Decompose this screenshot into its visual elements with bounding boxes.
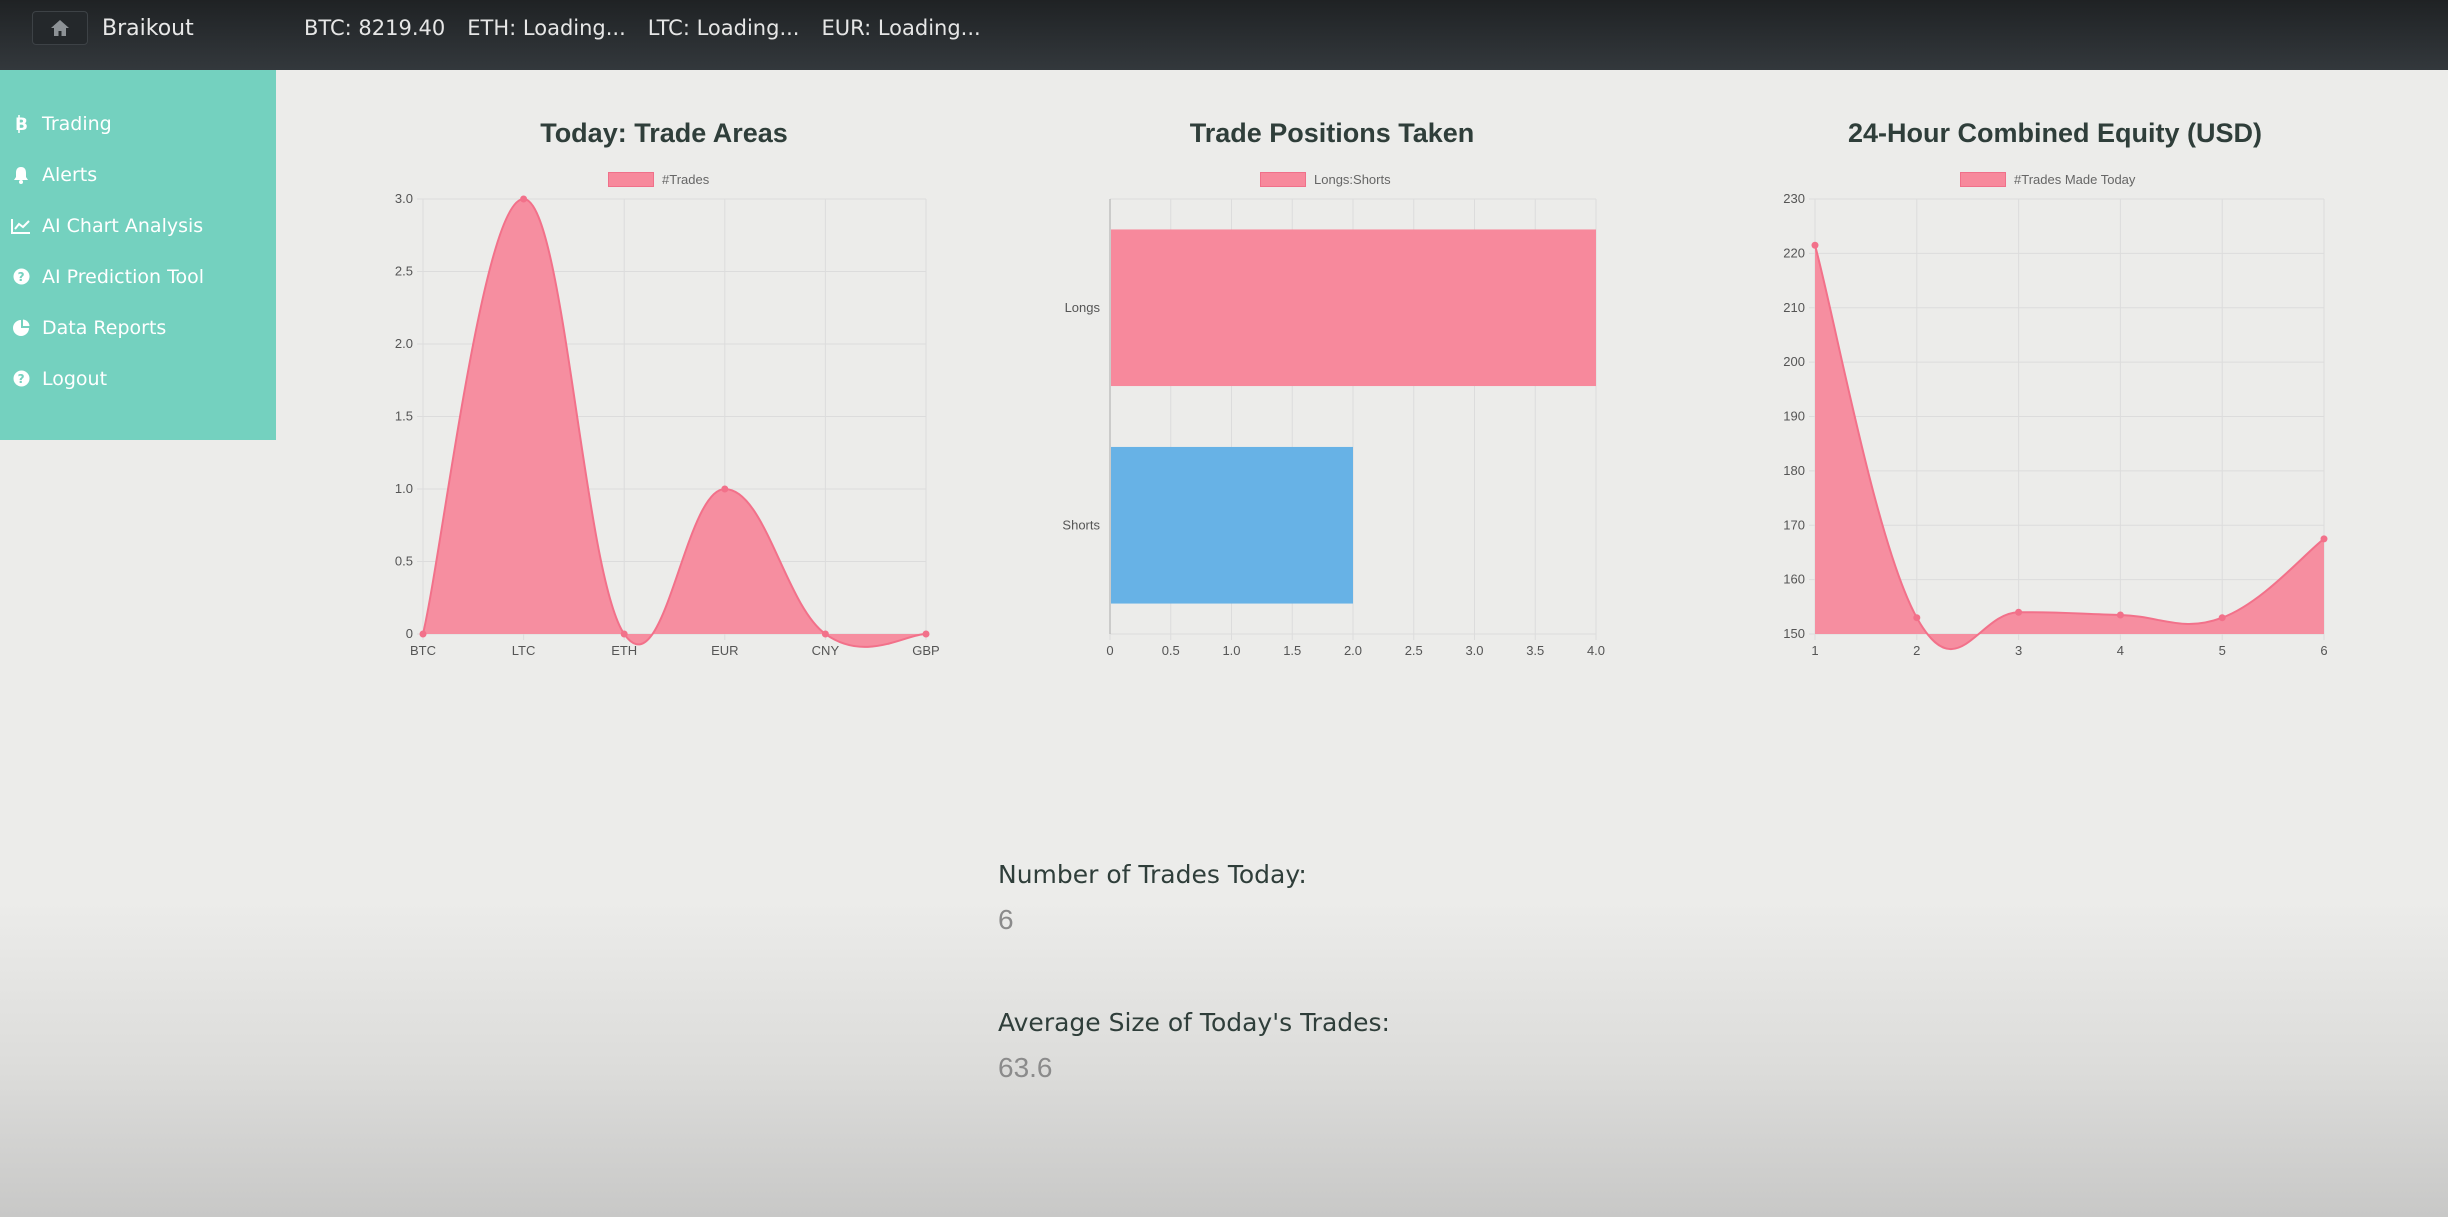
svg-text:?: ? (17, 270, 24, 284)
sidebar-item-label: AI Chart Analysis (42, 214, 204, 237)
brand-link[interactable]: Braikout (32, 11, 194, 45)
y-tick-label: 180 (1783, 463, 1805, 478)
question-circle-icon: ? (10, 370, 32, 387)
x-tick-label: 2 (1913, 643, 1920, 658)
y-tick-label: Shorts (1062, 517, 1100, 532)
x-tick-label: 3 (2015, 643, 2022, 658)
x-tick-label: 3.5 (1526, 643, 1544, 658)
x-tick-label: EUR (711, 643, 738, 658)
trades-today-label: Number of Trades Today: (998, 860, 1307, 889)
chart-title-trade-positions: Trade Positions Taken (1189, 118, 1475, 148)
ticker-eur: EUR: Loading... (821, 16, 981, 40)
chart-trade-positions: 0 0.5 1.0 1.5 2.0 2.5 3.0 3.5 4.0 Longs Shorts (1062, 198, 1605, 658)
y-tick-label: 0 (406, 626, 413, 641)
data-point (721, 485, 729, 493)
x-tick-label: GBP (912, 643, 939, 658)
x-tick-label: 0 (1106, 643, 1113, 658)
sidebar: B Trading Alerts AI Chart Analysis ? AI … (0, 70, 276, 440)
data-point (922, 630, 930, 638)
trades-today-value: 6 (998, 904, 1014, 935)
ticker-btc: BTC: 8219.40 (304, 16, 446, 40)
home-icon[interactable] (32, 11, 88, 45)
sidebar-item-label: AI Prediction Tool (42, 265, 204, 288)
sidebar-item-label: Alerts (42, 163, 98, 186)
y-tick-label: 190 (1783, 409, 1805, 424)
x-tick-label: 1 (1811, 643, 1818, 658)
data-point (821, 630, 829, 638)
series-area-equity (1815, 245, 2324, 650)
x-tick-label: ETH (611, 643, 637, 658)
data-point (2218, 614, 2226, 622)
sidebar-item-logout[interactable]: ? Logout (0, 353, 276, 404)
y-tick-label: Longs (1065, 300, 1101, 315)
sidebar-item-ai-chart-analysis[interactable]: AI Chart Analysis (0, 200, 276, 251)
bar-longs (1111, 229, 1596, 387)
sidebar-item-alerts[interactable]: Alerts (0, 149, 276, 200)
data-point (620, 630, 628, 638)
x-tick-label: 3.0 (1465, 643, 1483, 658)
line-chart-icon (10, 218, 32, 234)
data-point (520, 195, 528, 203)
avg-trade-size-value: 63.6 (998, 1052, 1053, 1083)
chart-trade-areas: 0 0.5 1.0 1.5 2.0 2.5 3.0 BTC LTC ETH EUR CNY GBP (395, 191, 940, 658)
sidebar-item-label: Logout (42, 367, 108, 390)
x-tick-label: CNY (812, 643, 840, 658)
y-tick-label: 150 (1783, 626, 1805, 641)
y-tick-label: 2.0 (395, 336, 413, 351)
x-tick-label: 2.0 (1344, 643, 1362, 658)
y-tick-label: 1.5 (395, 409, 413, 424)
sidebar-item-label: Data Reports (42, 316, 167, 339)
svg-text:?: ? (17, 372, 24, 386)
bell-icon (10, 166, 32, 184)
x-tick-label: 1.0 (1222, 643, 1240, 658)
data-point (2015, 608, 2023, 616)
price-ticker: BTC: 8219.40 ETH: Loading... LTC: Loadin… (304, 16, 981, 40)
x-tick-label: 0.5 (1162, 643, 1180, 658)
y-tick-label: 2.5 (395, 264, 413, 279)
y-tick-label: 230 (1783, 191, 1805, 206)
y-tick-label: 1.0 (395, 481, 413, 496)
y-tick-label: 220 (1783, 245, 1805, 260)
x-tick-label: 5 (2219, 643, 2226, 658)
x-tick-label: 2.5 (1405, 643, 1423, 658)
sidebar-item-trading[interactable]: B Trading (0, 98, 276, 149)
data-point (2320, 535, 2328, 543)
brand-name[interactable]: Braikout (102, 16, 194, 41)
bar-shorts (1111, 446, 1353, 604)
sidebar-item-data-reports[interactable]: Data Reports (0, 302, 276, 353)
y-tick-label: 210 (1783, 300, 1805, 315)
ticker-eth: ETH: Loading... (467, 16, 626, 40)
data-point (419, 630, 427, 638)
data-point (2116, 611, 2124, 619)
ticker-ltc: LTC: Loading... (647, 16, 800, 40)
chart-title-combined-equity: 24-Hour Combined Equity (USD) (1847, 118, 2262, 148)
svg-text:B: B (15, 115, 28, 133)
x-tick-label: 4.0 (1587, 643, 1605, 658)
y-tick-label: 0.5 (395, 554, 413, 569)
question-circle-icon: ? (10, 268, 32, 285)
x-tick-label: 4 (2117, 643, 2124, 658)
y-tick-label: 170 (1783, 517, 1805, 532)
x-tick-label: LTC (512, 643, 536, 658)
sidebar-item-ai-prediction-tool[interactable]: ? AI Prediction Tool (0, 251, 276, 302)
avg-trade-size-label: Average Size of Today's Trades: (998, 1008, 1390, 1037)
top-navbar: Braikout BTC: 8219.40 ETH: Loading... LT… (0, 0, 2448, 70)
y-tick-label: 3.0 (395, 191, 413, 206)
chart-title-trade-areas: Today: Trade Areas (540, 118, 788, 148)
chart-combined-equity: 150 160 170 180 190 200 210 220 230 1 2 3 4 5 6 (1783, 191, 2328, 658)
x-tick-label: BTC (410, 643, 436, 658)
y-tick-label: 200 (1783, 354, 1805, 369)
series-area-trades (423, 199, 926, 647)
y-tick-label: 160 (1783, 572, 1805, 587)
x-tick-label: 6 (2320, 643, 2327, 658)
bitcoin-icon: B (10, 114, 32, 133)
data-point (1913, 614, 1921, 622)
data-point (1811, 241, 1819, 249)
x-tick-label: 1.5 (1283, 643, 1301, 658)
pie-chart-icon (10, 319, 32, 336)
sidebar-item-label: Trading (42, 112, 112, 135)
